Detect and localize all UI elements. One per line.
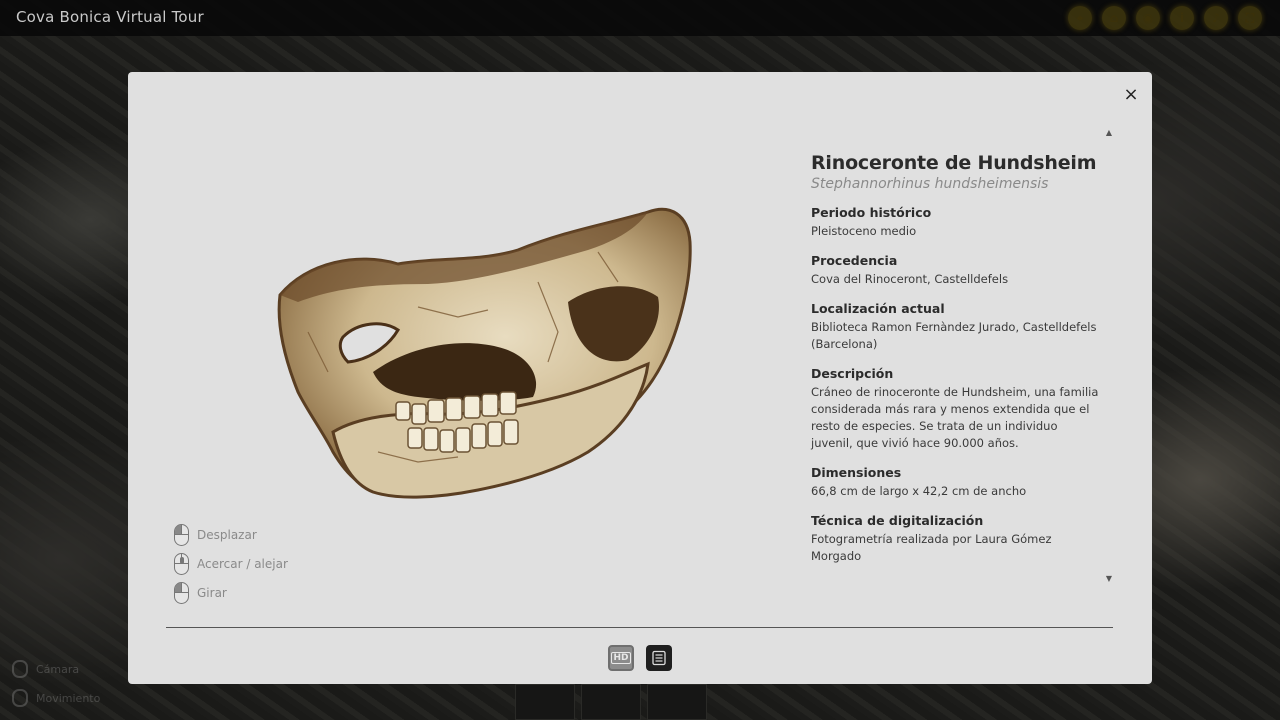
bg-thumbnails <box>515 684 707 720</box>
field-label: Localización actual <box>811 301 945 316</box>
object-info-panel[interactable]: Rinoceronte de Hundsheim Stephannorhinus… <box>811 152 1101 565</box>
top-toolbar: ⌖ ⌂ ◉ i ♪ ⛶ <box>1068 6 1262 30</box>
field-location: Localización actual Biblioteca Ramon Fer… <box>811 301 1101 353</box>
mouse-controls-legend: Desplazar Acercar / alejar Girar <box>174 520 288 607</box>
field-value: Cova del Rinoceront, Castelldefels <box>811 272 1009 286</box>
bg-camera-hint: Cámara <box>12 660 79 678</box>
thumbnail <box>515 684 575 720</box>
mouse-icon <box>12 660 28 678</box>
field-description: Descripción Cráneo de rinoceronte de Hun… <box>811 366 1101 452</box>
modal-bottom-toolbar: HD <box>608 645 672 671</box>
field-value: Fotogrametría realizada por Laura Gómez … <box>811 532 1052 563</box>
field-label: Periodo histórico <box>811 205 932 220</box>
keyboard-icon <box>12 689 28 707</box>
home-icon[interactable]: ⌂ <box>1102 6 1126 30</box>
field-value: Biblioteca Ramon Fernàndez Jurado, Caste… <box>811 320 1097 351</box>
field-label: Técnica de digitalización <box>811 513 984 528</box>
control-pan: Desplazar <box>174 520 288 549</box>
bg-movement-hint: Movimiento <box>12 689 100 707</box>
document-info-button[interactable] <box>646 645 672 671</box>
field-technique: Técnica de digitalización Fotogrametría … <box>811 513 1101 565</box>
hd-toggle-button[interactable]: HD <box>608 645 634 671</box>
mouse-left-drag-icon <box>174 581 189 604</box>
map-icon[interactable]: ⌖ <box>1068 6 1092 30</box>
object-title: Rinoceronte de Hundsheim <box>811 152 1097 174</box>
field-value: Pleistoceno medio <box>811 224 917 238</box>
control-rotate: Girar <box>174 578 288 607</box>
bg-camera-label: Cámara <box>36 662 80 676</box>
scroll-down-arrow-icon[interactable]: ▼ <box>1104 574 1114 583</box>
fullscreen-icon[interactable]: ⛶ <box>1238 6 1262 30</box>
document-icon <box>652 650 666 666</box>
mouse-wheel-icon <box>174 552 189 575</box>
top-bar: Cova Bonica Virtual Tour ⌖ ⌂ ◉ i ♪ ⛶ <box>0 0 1280 36</box>
divider <box>166 627 1113 628</box>
control-label: Girar <box>197 585 227 600</box>
field-label: Descripción <box>811 366 894 381</box>
object-detail-modal: × Desplazar Acercar / alejar Girar ▲ Rin… <box>128 72 1152 684</box>
info-icon[interactable]: i <box>1170 6 1194 30</box>
field-origin: Procedencia Cova del Rinoceront, Castell… <box>811 253 1101 288</box>
control-label: Desplazar <box>197 527 257 542</box>
bg-movement-label: Movimiento <box>36 691 101 705</box>
field-value: Cráneo de rinoceronte de Hundsheim, una … <box>811 385 1099 450</box>
close-button[interactable]: × <box>1122 86 1140 104</box>
mouse-left-click-icon <box>174 523 189 546</box>
location-pin-icon[interactable]: ◉ <box>1136 6 1160 30</box>
volume-icon[interactable]: ♪ <box>1204 6 1228 30</box>
thumbnail <box>581 684 641 720</box>
field-label: Dimensiones <box>811 465 902 480</box>
field-label: Procedencia <box>811 253 898 268</box>
field-value: 66,8 cm de largo x 42,2 cm de ancho <box>811 484 1027 498</box>
field-period: Periodo histórico Pleistoceno medio <box>811 205 1101 240</box>
control-zoom: Acercar / alejar <box>174 549 288 578</box>
object-scientific-name: Stephannorhinus hundsheimensis <box>811 176 1049 192</box>
app-title: Cova Bonica Virtual Tour <box>16 8 204 26</box>
field-dimensions: Dimensiones 66,8 cm de largo x 42,2 cm d… <box>811 465 1101 500</box>
scroll-up-arrow-icon[interactable]: ▲ <box>1104 128 1114 137</box>
control-label: Acercar / alejar <box>197 556 288 571</box>
hd-icon: HD <box>611 652 631 664</box>
thumbnail <box>647 684 707 720</box>
